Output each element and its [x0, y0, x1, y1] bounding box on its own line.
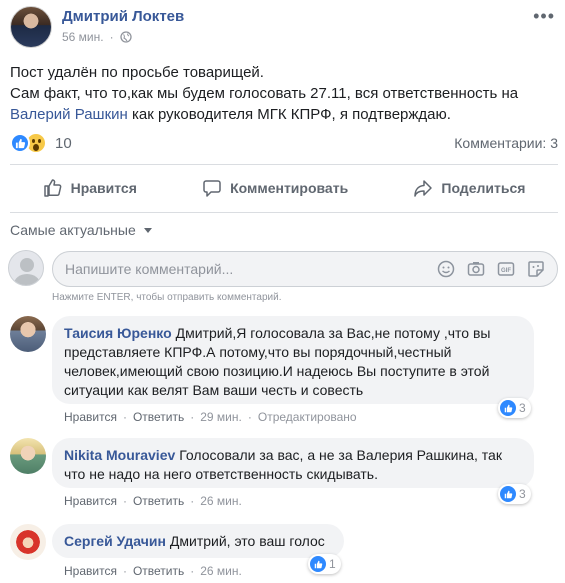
comment-item: Таисия Юренко Дмитрий,Я голосовала за Вас… — [10, 316, 558, 426]
like-reaction-icon — [310, 556, 326, 572]
composer-tools: GIF — [437, 260, 557, 278]
composer-hint: Нажмите ENTER, чтобы отправить комментар… — [52, 292, 282, 303]
like-label: Нравится — [70, 180, 137, 196]
comment-actions: Нравится · Ответить · 26 мин. — [64, 494, 242, 508]
comment-bubble: Сергей Удачин Дмитрий, это ваш голос — [52, 524, 344, 558]
comment-edited-label: Отредактировано — [257, 410, 357, 424]
comment-button[interactable]: Комментировать — [202, 178, 348, 198]
author-avatar[interactable] — [10, 6, 52, 48]
thumbs-up-icon — [43, 179, 62, 197]
comment-input-placeholder: Напишите комментарий... — [65, 261, 234, 277]
reactions-bar: 10 Комментарии: 3 — [10, 131, 558, 155]
comment-reply-link[interactable]: Ответить — [133, 410, 184, 424]
like-button[interactable]: Нравится — [43, 178, 137, 198]
post-line-2: Сам факт, что то,как мы будем голосовать… — [10, 85, 519, 102]
divider-bottom — [10, 212, 558, 213]
comment-bubble: Таисия Юренко Дмитрий,Я голосовала за Вас… — [52, 316, 534, 404]
sticker-icon[interactable] — [527, 260, 545, 278]
comment-bubble: Nikita Mouraviev Голосовали за вас, а не … — [52, 438, 534, 488]
comment-author[interactable]: Таисия Юренко — [64, 325, 172, 341]
like-reaction-icon — [500, 486, 516, 502]
post-meta: 56 мин. · — [62, 30, 132, 44]
mention-link[interactable]: Валерий Рашкин — [10, 106, 128, 123]
author-name[interactable]: Дмитрий Локтев — [62, 8, 184, 25]
svg-text:GIF: GIF — [501, 268, 511, 274]
post-text: Пост удалён по просьбе товарищей. Сам фа… — [10, 62, 558, 125]
comment-reply-link[interactable]: Ответить — [133, 564, 184, 578]
like-reaction-icon[interactable] — [10, 133, 30, 153]
comment-bubble-icon — [203, 180, 221, 197]
comment-like-link[interactable]: Нравится — [64, 494, 117, 508]
comment-time[interactable]: 29 мин. — [200, 410, 242, 424]
share-arrow-icon — [414, 180, 433, 197]
chevron-down-icon — [143, 227, 152, 233]
like-reaction-icon — [500, 400, 516, 416]
comment-likes-count: 3 — [519, 487, 526, 501]
reactions-count[interactable]: 10 — [55, 135, 72, 152]
comment-actions: Нравится · Ответить · 26 мин. — [64, 564, 242, 578]
post-line-1: Пост удалён по просьбе товарищей. — [10, 64, 264, 81]
meta-separator: · — [109, 30, 114, 44]
post-header: Дмитрий Локтев 56 мин. · ••• — [10, 6, 555, 54]
comment-likes-badge[interactable]: 1 — [308, 554, 341, 574]
comment-sort-dropdown[interactable]: Самые актуальные — [10, 222, 152, 238]
comment-likes-badge[interactable]: 3 — [498, 398, 531, 418]
comment-author[interactable]: Nikita Mouraviev — [64, 447, 175, 463]
comment-like-link[interactable]: Нравится — [64, 410, 117, 424]
comment-likes-count: 3 — [519, 401, 526, 415]
share-label: Поделиться — [441, 180, 526, 196]
comment-actions: Нравится · Ответить · 29 мин. · Отредактиро… — [64, 410, 357, 424]
comment-item: Сергей Удачин Дмитрий, это ваш голос Нрав… — [10, 524, 558, 580]
comment-likes-count: 1 — [329, 557, 336, 571]
current-user-avatar — [8, 250, 44, 286]
comment-likes-badge[interactable]: 3 — [498, 484, 531, 504]
globe-icon[interactable] — [119, 31, 132, 43]
comments-count-link[interactable]: Комментарии: 3 — [454, 135, 558, 151]
comment-time[interactable]: 26 мин. — [200, 564, 242, 578]
commenter-avatar[interactable] — [10, 316, 46, 352]
camera-icon[interactable] — [467, 260, 485, 278]
post-line-3: Валерий Рашкин как руководителя МГК КПРФ… — [10, 104, 558, 125]
post-time[interactable]: 56 мин. — [62, 30, 104, 44]
commenter-avatar[interactable] — [10, 438, 46, 474]
comment-author[interactable]: Сергей Удачин — [64, 533, 166, 549]
comment-time[interactable]: 26 мин. — [200, 494, 242, 508]
divider-top — [10, 164, 558, 165]
emoji-icon[interactable] — [437, 260, 455, 278]
comment-item: Nikita Mouraviev Голосовали за вас, а не … — [10, 438, 558, 510]
comment-input[interactable]: Напишите комментарий... GIF — [52, 251, 558, 287]
comment-label: Комментировать — [230, 180, 349, 196]
gif-icon[interactable]: GIF — [497, 260, 515, 278]
comment-like-link[interactable]: Нравится — [64, 564, 117, 578]
sort-label: Самые актуальные — [10, 222, 136, 238]
more-options-icon[interactable]: ••• — [533, 6, 555, 27]
commenter-avatar[interactable] — [10, 524, 46, 560]
post-line-3-text: как руководителя МГК КПРФ, я подтверждаю… — [127, 106, 451, 123]
share-button[interactable]: Поделиться — [413, 178, 525, 198]
comment-text: Дмитрий, это ваш голос — [169, 533, 325, 549]
comment-reply-link[interactable]: Ответить — [133, 494, 184, 508]
post-actions: Нравится Комментировать Поделиться — [10, 168, 558, 208]
